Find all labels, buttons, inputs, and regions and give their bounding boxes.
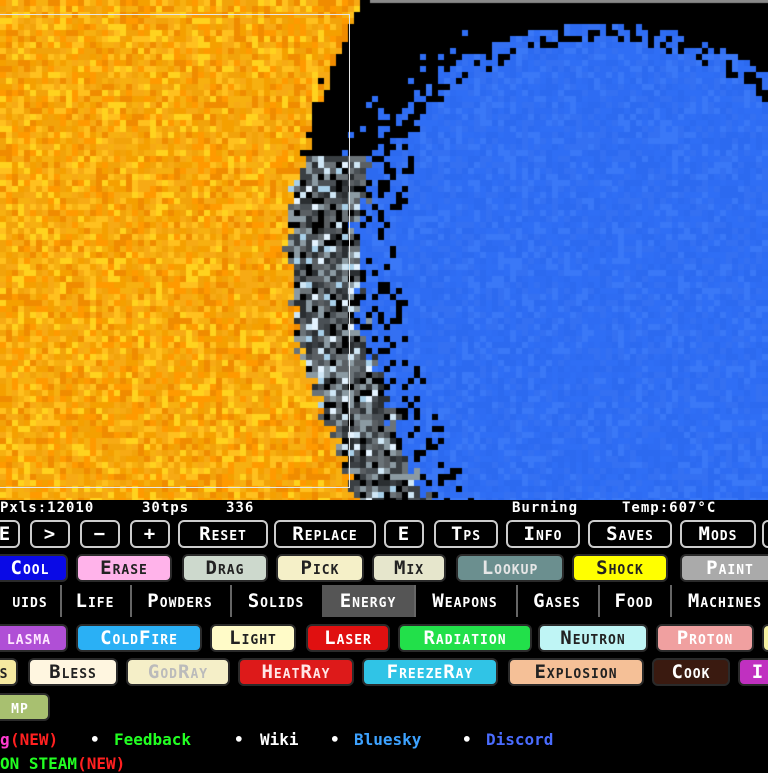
next-button[interactable]: > [30,520,70,548]
bullet-separator: • [90,730,100,749]
reset-button[interactable]: Reset [178,520,268,548]
element-bless-button[interactable]: Bless [28,658,118,686]
changelog-new-tag: (NEW) [10,730,59,749]
category-tab-food[interactable]: Food [598,585,672,617]
tool-row: E > − + Reset Replace E Tps Info Saves M… [0,520,768,554]
bullet-separator: • [234,730,244,749]
steam-banner[interactable]: ON STEAM(NEW) [0,754,125,773]
mode-paint-button[interactable]: Paint [680,554,768,582]
discord-link[interactable]: Discord [486,730,553,749]
info-button[interactable]: Info [506,520,580,548]
element-godray-button[interactable]: GodRay [126,658,230,686]
energy-elements-row-1: lasma ColdFire Light Laser Radiation Neutron P… [0,624,768,658]
e-button[interactable]: E [384,520,424,548]
energy-elements-row-3: mp [0,693,768,727]
tps-button[interactable]: Tps [434,520,498,548]
hover-element-name: Burning [512,500,579,516]
bullet-separator: • [462,730,472,749]
element-coldfire-button[interactable]: ColdFire [76,624,202,652]
partial-button[interactable]: E [0,520,20,548]
wiki-link[interactable]: Wiki [260,730,299,749]
mode-shock-button[interactable]: Shock [572,554,668,582]
element-s-button[interactable]: s [0,658,18,686]
category-tab-uids[interactable]: uids [0,585,62,617]
size-minus-button[interactable]: − [80,520,120,548]
element-lasma-button[interactable]: lasma [0,624,68,652]
mode-row: Cool Erase Drag Pick Mix Lookup Shock Paint [0,554,768,588]
element-mp-button[interactable]: mp [0,693,50,721]
category-tab-life[interactable]: Life [60,585,132,617]
saves-button[interactable]: Saves [588,520,672,548]
element-proton-button[interactable]: Proton [656,624,754,652]
mode-cool-button[interactable]: Cool [0,554,68,582]
overflow-button[interactable] [762,520,768,548]
steam-new-tag: (NEW) [77,754,126,773]
selection-outline [0,14,350,488]
pixel-count: Pxls:12010 [0,500,95,516]
status-bar: Pxls:12010 30tps 336 Burning Temp:607°C [0,500,768,518]
mode-mix-button[interactable]: Mix [372,554,446,582]
category-tab-gases[interactable]: Gases [516,585,600,617]
temperature-readout: Temp:607°C [622,500,717,516]
changelog-link[interactable]: g [0,730,10,749]
element-heatray-button[interactable]: HeatRay [238,658,354,686]
element-neutron-button[interactable]: Neutron [538,624,648,652]
element-freezeray-button[interactable]: FreezeRay [362,658,498,686]
energy-elements-row-2: s Bless GodRay HeatRay FreezeRay Explosion Coo… [0,658,768,692]
mode-lookup-button[interactable]: Lookup [456,554,564,582]
feedback-link[interactable]: Feedback [114,730,191,749]
element-explosion-button[interactable]: Explosion [508,658,644,686]
mods-button[interactable]: Mods [680,520,756,548]
element-laser-button[interactable]: Laser [306,624,390,652]
category-tab-energy[interactable]: Energy [322,585,416,617]
mode-pick-button[interactable]: Pick [276,554,364,582]
category-tab-weapons[interactable]: Weapons [414,585,518,617]
category-tab-solids[interactable]: Solids [230,585,324,617]
element-radiation-button[interactable]: Radiation [398,624,532,652]
game-canvas[interactable] [0,0,768,500]
category-tab-powders[interactable]: Powders [130,585,232,617]
bullet-separator: • [330,730,340,749]
footer-links: g (NEW) • Feedback • Wiki • Bluesky • Di… [0,730,768,750]
tick-counter: 336 [226,500,255,516]
mode-drag-button[interactable]: Drag [182,554,268,582]
element-partial-button[interactable] [762,624,768,652]
size-plus-button[interactable]: + [130,520,170,548]
bluesky-link[interactable]: Bluesky [354,730,421,749]
element-cook-button[interactable]: Cook [652,658,730,686]
steam-link[interactable]: ON STEAM [0,754,77,773]
element-light-button[interactable]: Light [210,624,296,652]
element-i-button[interactable]: I [738,658,768,686]
tps-readout: 30tps [142,500,190,516]
replace-button[interactable]: Replace [274,520,376,548]
category-tabs: uids Life Powders Solids Energy Weapons Gases F… [0,585,768,617]
mode-erase-button[interactable]: Erase [76,554,172,582]
category-tab-machines[interactable]: Machines [670,585,768,617]
